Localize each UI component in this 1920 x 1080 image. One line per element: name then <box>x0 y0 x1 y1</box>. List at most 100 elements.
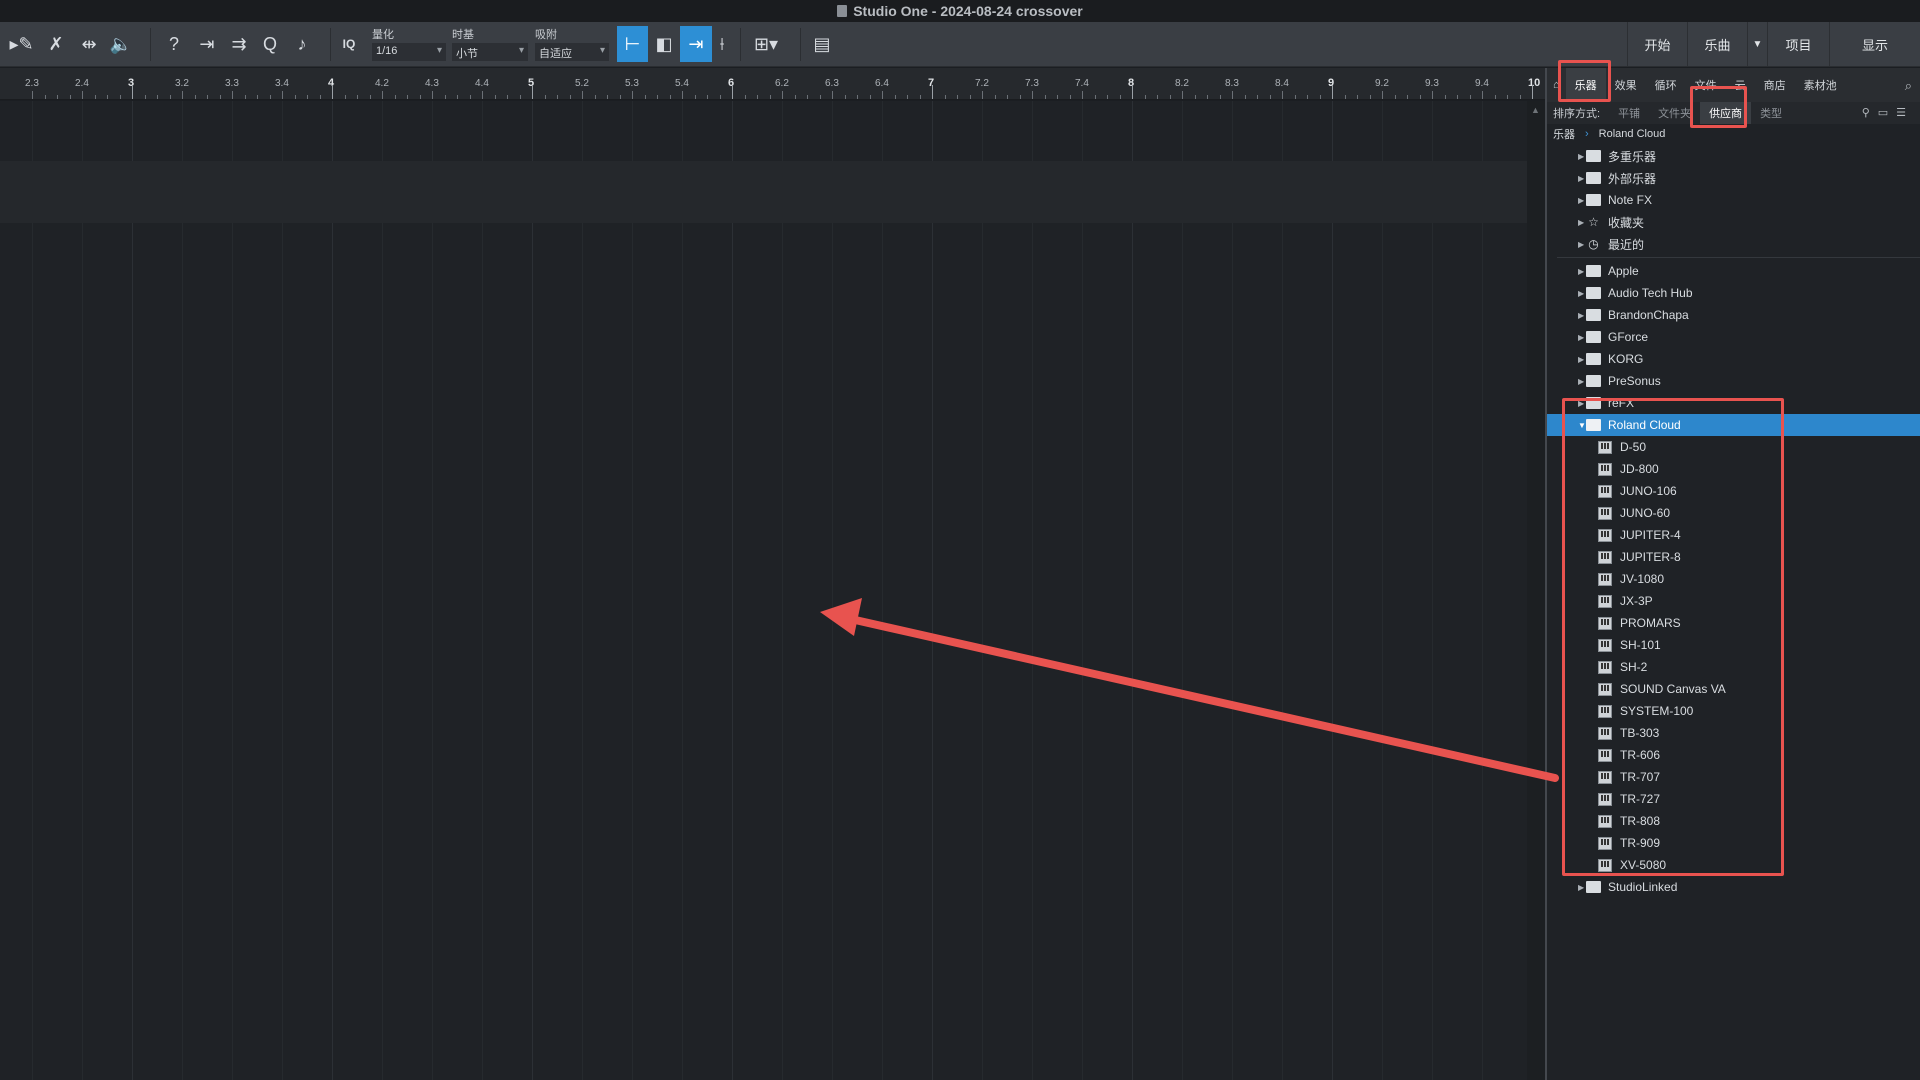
tempo-icon[interactable]: ♪ <box>288 30 316 58</box>
browser-view-icons[interactable]: ⚲▭☰ <box>1862 106 1914 119</box>
ruler-tick <box>532 85 533 99</box>
tree-item-label: GForce <box>1608 330 1649 344</box>
song-button[interactable]: 乐曲 <box>1687 22 1747 66</box>
pencil-tool-icon[interactable]: ✎ <box>12 30 40 58</box>
tree-item-special[interactable]: ▶ 多重乐器 <box>1547 145 1920 167</box>
ruler-subtick <box>144 95 146 99</box>
ruler-tick <box>882 91 883 99</box>
video-icon[interactable]: ▤ <box>808 30 836 58</box>
timebase-dropdown[interactable]: 小节 <box>452 43 528 61</box>
tree-item-special[interactable]: ▶ Note FX <box>1547 189 1920 211</box>
expand-icon[interactable]: ▶ <box>1578 240 1584 249</box>
tree-item-vendor[interactable]: ▶ Audio Tech Hub <box>1547 282 1920 304</box>
ruler-subtick <box>69 95 71 99</box>
tab-shop[interactable]: 商店 <box>1755 68 1795 102</box>
sort-flat[interactable]: 平铺 <box>1609 105 1649 121</box>
arrange-view[interactable]: ▲ <box>0 101 1545 1080</box>
tree-item-label: PreSonus <box>1608 374 1661 388</box>
ruler-tick <box>182 91 183 99</box>
grid-settings-icon[interactable]: ⊞▾ <box>748 30 784 58</box>
tree-item-vendor[interactable]: ▶ BrandonChapa <box>1547 304 1920 326</box>
tree-item-vendor[interactable]: ▶ PreSonus <box>1547 370 1920 392</box>
tree-item-vendor[interactable]: ▶ KORG <box>1547 348 1920 370</box>
breadcrumb-current[interactable]: Roland Cloud <box>1599 128 1666 140</box>
tree-item-special[interactable]: ▶ 外部乐器 <box>1547 167 1920 189</box>
expand-icon[interactable]: ▶ <box>1578 311 1584 320</box>
ruler-label: 2.4 <box>75 78 89 89</box>
grid-line <box>332 101 333 1080</box>
snap-to-grid-icon[interactable]: ⊢ <box>617 26 648 62</box>
folder-icon <box>1586 353 1601 365</box>
quantize-dropdown[interactable]: 1/16 <box>372 43 446 61</box>
folder-icon <box>1586 309 1601 321</box>
start-button[interactable]: 开始 <box>1627 22 1687 66</box>
ruler-subtick <box>1394 95 1396 99</box>
sort-type[interactable]: 类型 <box>1751 105 1791 121</box>
ruler-subtick <box>994 95 996 99</box>
ruler-label: 9.4 <box>1475 78 1489 89</box>
breadcrumb-separator-icon: › <box>1585 128 1589 140</box>
expand-icon[interactable]: ▶ <box>1578 196 1584 205</box>
expand-icon[interactable]: ▶ <box>1578 152 1584 161</box>
ruler-subtick <box>1144 95 1146 99</box>
expand-icon[interactable]: ▶ <box>1578 218 1584 227</box>
grid-line <box>582 101 583 1080</box>
ruler-label: 10 <box>1528 77 1541 89</box>
loop-follow-icon[interactable]: ⇉ <box>225 30 253 58</box>
ruler-subtick <box>607 95 608 99</box>
snap-dropdown[interactable]: 自适应 <box>535 43 609 61</box>
ruler-subtick <box>1119 95 1121 99</box>
auto-scroll-icon[interactable]: ⇥ <box>193 30 221 58</box>
split-icon[interactable]: ⟊ <box>708 30 736 58</box>
tree-item-vendor[interactable]: ▶ GForce <box>1547 326 1920 348</box>
ruler-subtick <box>1094 95 1096 99</box>
ruler-subtick <box>507 95 508 99</box>
project-button[interactable]: 项目 <box>1767 22 1829 66</box>
snap-label: 吸附 <box>535 29 557 41</box>
help-icon[interactable]: ? <box>160 30 188 58</box>
ruler-tick <box>232 91 233 99</box>
ruler-tick <box>432 91 433 99</box>
ruler-subtick <box>369 95 371 99</box>
song-dropdown-icon[interactable]: ▼ <box>1747 22 1767 66</box>
ruler-subtick <box>1007 95 1008 99</box>
ruler-label: 4.4 <box>475 78 489 89</box>
ruler-subtick <box>1469 95 1471 99</box>
title-bar: Studio One - 2024-08-24 crossover <box>0 0 1920 22</box>
tree-item-special[interactable]: ▶ ◷ 最近的 <box>1547 233 1920 255</box>
grid-line <box>732 101 733 1080</box>
listen-tool-icon[interactable]: 🔈 <box>107 30 135 58</box>
expand-icon[interactable]: ▶ <box>1578 289 1584 298</box>
expand-icon[interactable]: ▶ <box>1578 355 1584 364</box>
mute-tool-icon[interactable]: ✗ <box>42 30 70 58</box>
expand-icon[interactable]: ▶ <box>1578 883 1584 892</box>
expand-icon[interactable]: ▶ <box>1578 267 1584 276</box>
ruler-subtick <box>57 95 58 99</box>
expand-icon[interactable]: ▶ <box>1578 174 1584 183</box>
timeline-ruler[interactable]: 2.3 2.4 3 3.2 3.3 3.4 4 4.2 4.3 4.4 5 5.2 5.3 5.4 6 6.2… <box>0 68 1571 100</box>
tree-item-special[interactable]: ▶ ☆ 收藏夹 <box>1547 211 1920 233</box>
quantize-icon[interactable]: Q <box>256 30 284 58</box>
grid-line <box>832 101 833 1080</box>
track-lane[interactable] <box>0 161 1527 223</box>
snap-event-icon[interactable]: ◧ <box>650 30 678 58</box>
expand-icon[interactable]: ▶ <box>1578 377 1584 386</box>
tab-effects[interactable]: 效果 <box>1606 68 1646 102</box>
tree-item-label: KORG <box>1608 352 1644 366</box>
ruler-subtick <box>1494 95 1496 99</box>
tree-item-vendor[interactable]: ▶ Apple <box>1547 260 1920 282</box>
search-icon[interactable]: ⌕ <box>1905 78 1912 94</box>
scroll-up-icon[interactable]: ▲ <box>1531 105 1540 115</box>
tab-pool[interactable]: 素材池 <box>1795 68 1846 102</box>
breadcrumb-root[interactable]: 乐器 <box>1553 126 1575 142</box>
tree-item-vendor[interactable]: ▶ StudioLinked <box>1547 876 1920 898</box>
iq-icon[interactable]: IQ <box>335 30 363 58</box>
tab-loops[interactable]: 循环 <box>1646 68 1686 102</box>
ruler-subtick <box>694 95 696 99</box>
ruler-tick <box>1082 91 1083 99</box>
expand-icon[interactable]: ▶ <box>1578 333 1584 342</box>
grid-line <box>482 101 483 1080</box>
bend-tool-icon[interactable]: ⇹ <box>75 30 103 58</box>
vertical-scrollbar[interactable] <box>1527 101 1545 1080</box>
show-button[interactable]: 显示 <box>1829 22 1920 66</box>
